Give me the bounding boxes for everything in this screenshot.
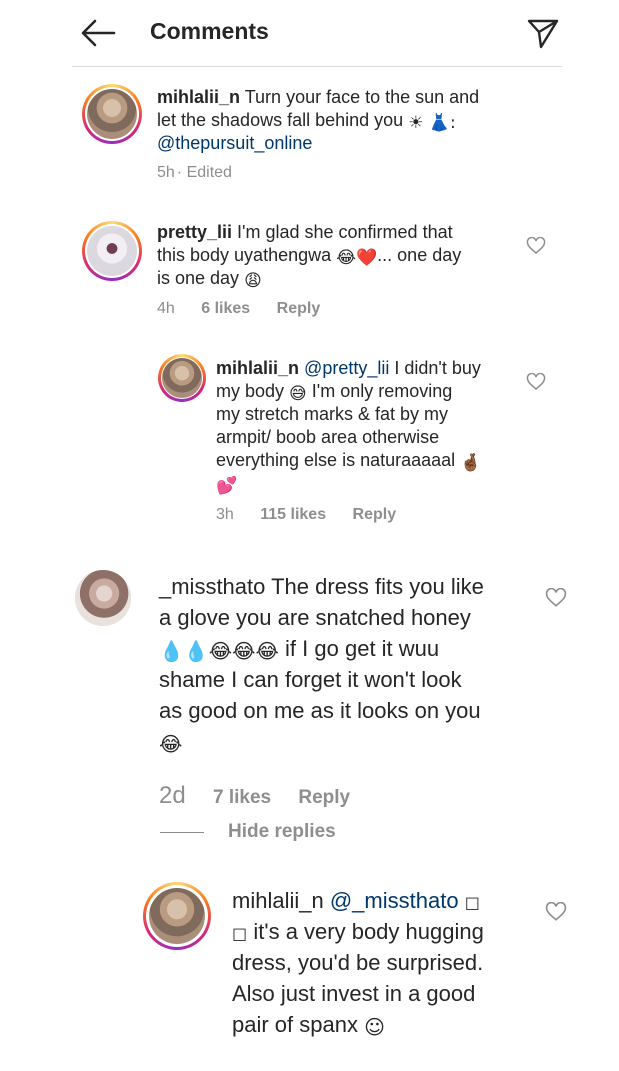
avatar[interactable] <box>143 882 211 950</box>
avatar[interactable] <box>158 354 206 402</box>
likes-count[interactable]: 7 likes <box>213 787 271 808</box>
reply-button[interactable]: Reply <box>298 787 350 808</box>
two-hearts-emoji: 💕 <box>216 476 238 496</box>
weary-emoji: 😩 <box>244 271 262 291</box>
likes-count[interactable]: 115 likes <box>260 506 326 523</box>
laugh-heart-emoji: 😂❤️ <box>336 248 378 268</box>
back-arrow-icon[interactable] <box>80 18 116 48</box>
laugh-emoji: 😂 <box>159 732 183 756</box>
avatar[interactable] <box>82 84 142 144</box>
drops-laugh-emoji: 💧💧😂😂😂 <box>159 639 279 663</box>
avatar[interactable] <box>75 570 131 626</box>
comment-username[interactable]: _missthato <box>159 574 265 599</box>
comments-screen-zoomed: _missthato The dress fits you like a glo… <box>0 542 619 1071</box>
mention-link[interactable]: @thepursuit_online <box>157 133 312 153</box>
comment-username[interactable]: mihlalii_n <box>232 888 324 913</box>
hide-replies-button[interactable]: Hide replies <box>228 821 336 843</box>
reply-button[interactable]: Reply <box>277 300 321 317</box>
comment-meta: 3h 115 likes Reply <box>216 506 418 524</box>
sweat-smile-emoji: 😅 <box>289 384 307 404</box>
comment-time: 4h <box>157 300 175 317</box>
edited-label: · Edited <box>176 164 232 181</box>
comment-username[interactable]: mihlalii_n <box>216 358 299 378</box>
hide-replies-divider <box>160 832 204 833</box>
avatar[interactable] <box>82 221 142 281</box>
reply-text: mihlalii_n @_missthato ☐ ☐ it's a very b… <box>232 888 484 1039</box>
reply-button[interactable]: Reply <box>353 506 397 523</box>
smile-emoji: ☺ <box>364 1015 385 1039</box>
mention-link[interactable]: @_missthato <box>330 888 459 913</box>
comment-time: 5h <box>157 164 175 181</box>
comment-meta: 2d 7 likes Reply <box>159 782 372 810</box>
reply-text: mihlalii_n @pretty_lii I didn't buy my b… <box>216 358 482 496</box>
page-title: Comments <box>150 18 269 44</box>
comment-time: 3h <box>216 506 234 523</box>
comment-username[interactable]: pretty_lii <box>157 222 232 242</box>
comments-screen-top: Comments mihlalii_n Turn your face to th… <box>0 0 619 542</box>
comment-text: _missthato The dress fits you like a glo… <box>159 574 484 756</box>
comment-username[interactable]: mihlalii_n <box>157 87 240 107</box>
direct-share-icon[interactable] <box>526 16 560 50</box>
mention-link[interactable]: @pretty_lii <box>304 358 389 378</box>
comments-header: Comments <box>72 0 562 67</box>
comment-meta: 4h 6 likes Reply <box>157 300 342 318</box>
comment-time: 2d <box>159 782 186 809</box>
heart-icon[interactable] <box>545 588 567 608</box>
heart-icon[interactable] <box>545 902 567 922</box>
heart-icon[interactable] <box>526 237 546 255</box>
comment-meta: 5h · Edited <box>157 164 254 182</box>
likes-count[interactable]: 6 likes <box>201 300 250 317</box>
sun-dress-emoji: ☀ 👗: <box>408 113 456 133</box>
crossed-fingers-emoji: 🤞🏾 <box>460 453 482 473</box>
comment-text: pretty_lii I'm glad she confirmed that t… <box>157 222 462 291</box>
heart-icon[interactable] <box>526 373 546 391</box>
caption-text: mihlalii_n Turn your face to the sun and… <box>157 87 480 153</box>
